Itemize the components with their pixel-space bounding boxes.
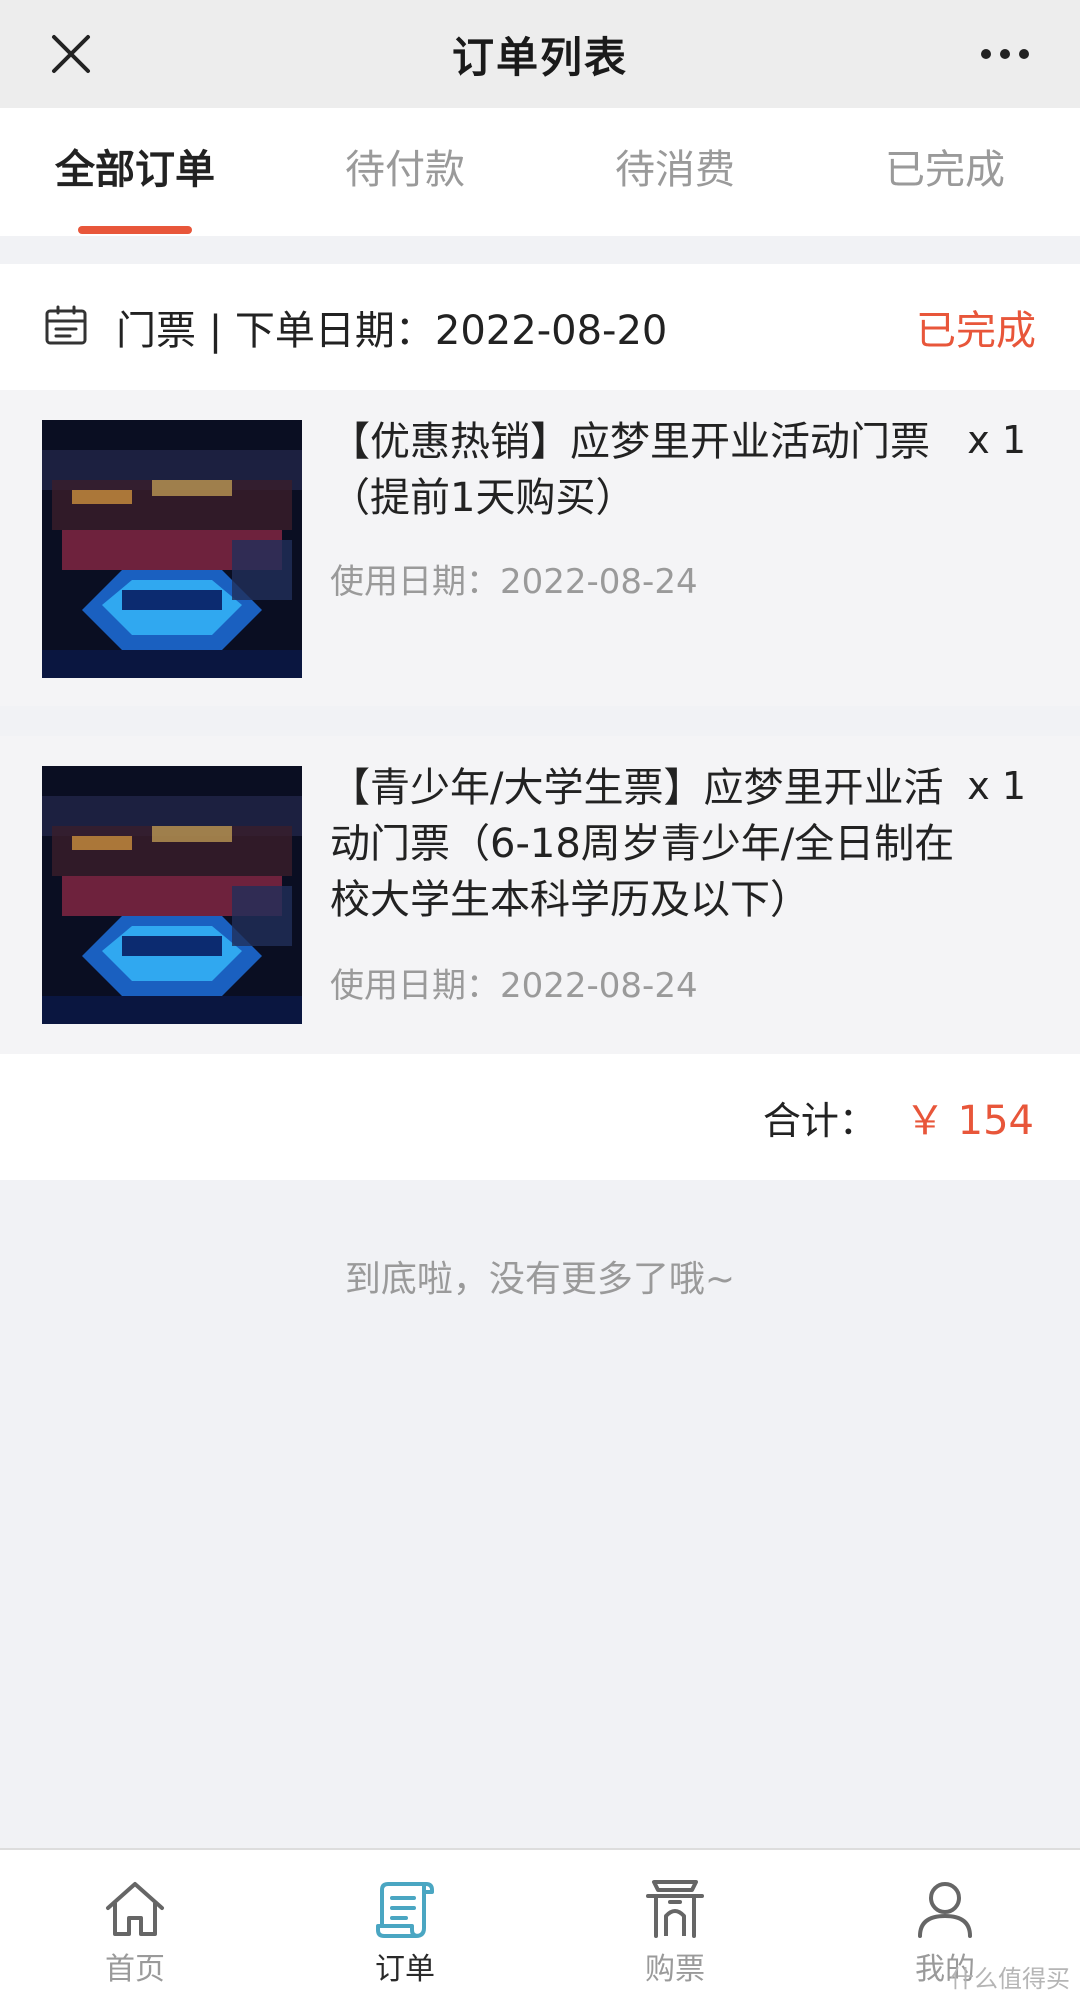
close-button[interactable]: [44, 27, 98, 81]
nav-label: 购票: [645, 1952, 705, 1987]
tab-label: 全部订单: [55, 147, 215, 193]
scroll-icon: [376, 1882, 434, 1938]
order-status: 已完成: [916, 308, 1036, 354]
more-button[interactable]: [970, 27, 1040, 81]
more-icon: [981, 49, 1029, 59]
tab-label: 待消费: [615, 147, 735, 193]
tab-completed[interactable]: 已完成: [810, 108, 1080, 236]
nav-home[interactable]: 首页: [0, 1850, 270, 2004]
nav-label: 首页: [105, 1952, 165, 1987]
tab-pending-use[interactable]: 待消费: [540, 108, 810, 236]
order-meta: 门票 | 下单日期：2022-08-20: [116, 308, 668, 354]
item-use-date: 使用日期：2022-08-24: [330, 562, 698, 602]
item-name: 【青少年/大学生票】应梦里开业活动门票（6-18周岁青少年/全日制在校大学生本科…: [330, 765, 955, 923]
watermark: 什么值得买: [950, 1965, 1070, 1993]
total-label: 合计：: [762, 1098, 877, 1143]
active-tab-indicator: [78, 226, 192, 234]
item-use-date: 使用日期：2022-08-24: [330, 966, 698, 1006]
order-total: 合计： ￥ 154: [0, 1054, 1080, 1180]
order-item[interactable]: 【青少年/大学生票】应梦里开业活动门票（6-18周岁青少年/全日制在校大学生本科…: [0, 736, 1080, 1054]
tab-label: 待付款: [345, 147, 465, 193]
item-quantity: x 1: [967, 764, 1026, 808]
bottom-nav: 首页 订单 购票 我的: [0, 1848, 1080, 2004]
ticket-thumbnail: [42, 766, 302, 1024]
order-tabs: 全部订单 待付款 待消费 已完成: [0, 108, 1080, 236]
item-name: 【优惠热销】应梦里开业活动门票（提前1天购买）: [330, 419, 930, 521]
total-amount: ￥ 154: [904, 1098, 1034, 1144]
order-header[interactable]: 门票 | 下单日期：2022-08-20 已完成: [0, 264, 1080, 390]
nav-orders[interactable]: 订单: [270, 1850, 540, 2004]
tab-pending-payment[interactable]: 待付款: [270, 108, 540, 236]
end-of-list-hint: 到底啦，没有更多了哦~: [344, 1259, 736, 1300]
ticket-thumbnail: [42, 420, 302, 678]
nav-label: 订单: [375, 1952, 435, 1987]
ticket-doc-icon: [45, 305, 87, 345]
gate-icon: [646, 1880, 704, 1938]
nav-buy-ticket[interactable]: 购票: [540, 1850, 810, 2004]
item-quantity: x 1: [967, 418, 1026, 462]
home-icon: [106, 1882, 164, 1936]
close-icon: [52, 35, 90, 73]
order-item[interactable]: 【优惠热销】应梦里开业活动门票（提前1天购买） x 1 使用日期：2022-08…: [0, 390, 1080, 706]
page-title: 订单列表: [451, 32, 628, 82]
title-bar: 订单列表: [0, 0, 1080, 108]
tab-label: 已完成: [885, 147, 1005, 193]
tab-all-orders[interactable]: 全部订单: [0, 108, 270, 236]
user-icon: [918, 1882, 972, 1938]
